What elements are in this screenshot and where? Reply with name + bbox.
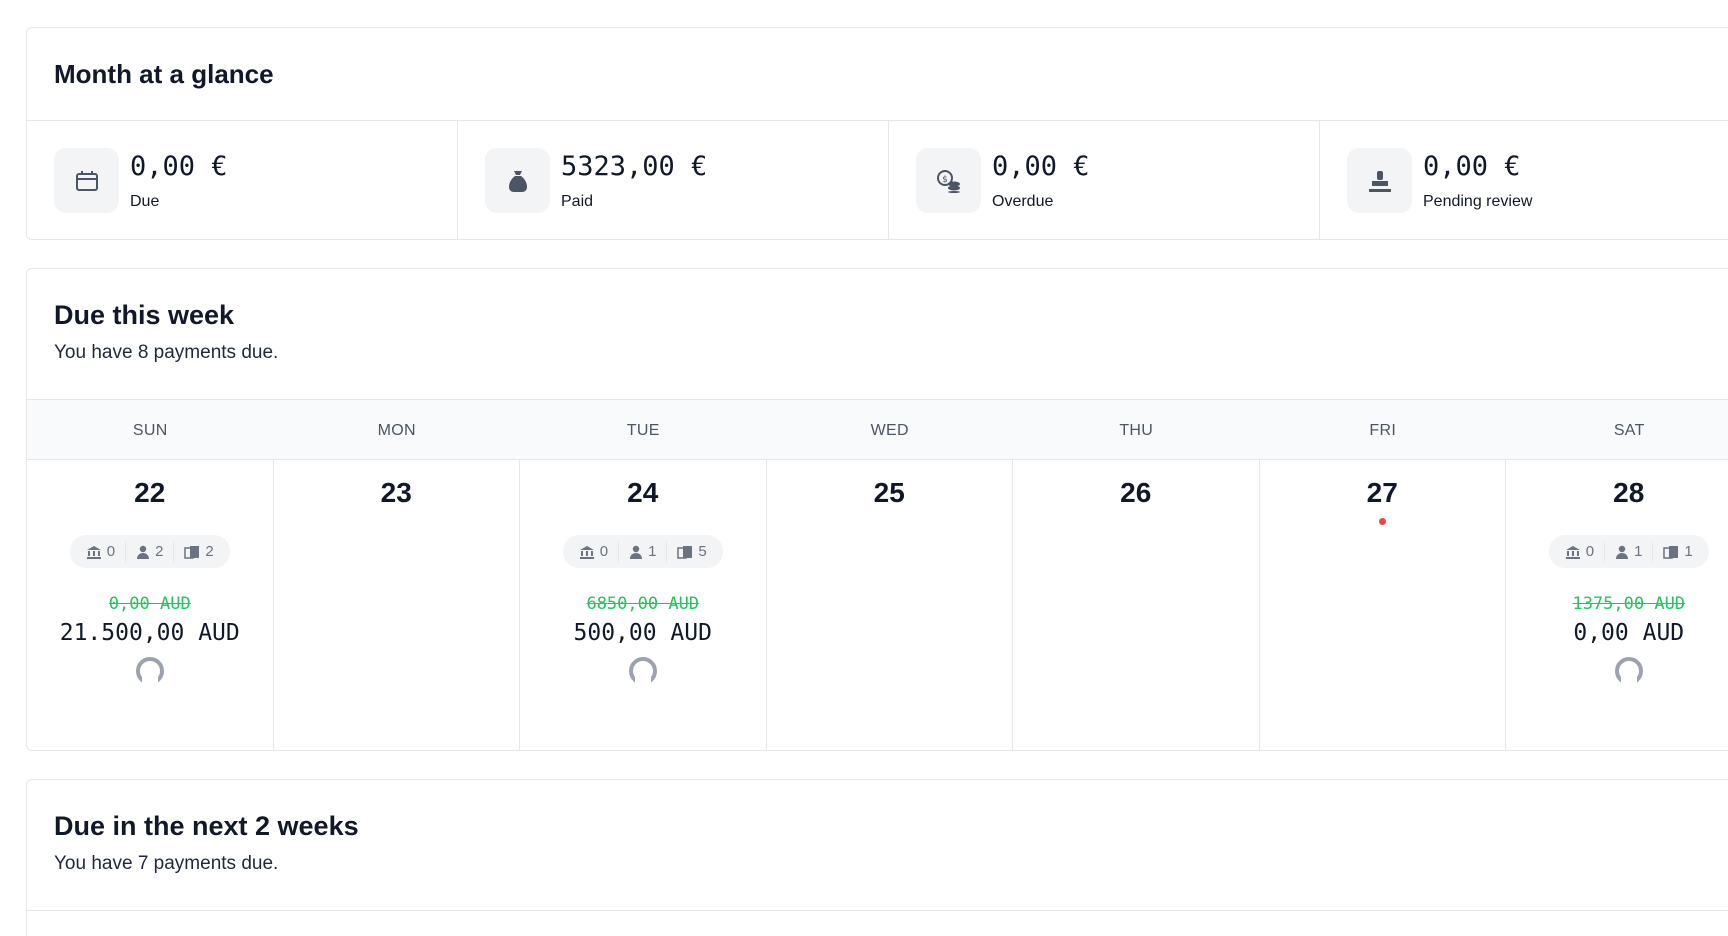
weekday-label: SUN <box>132 422 168 439</box>
invoice-count: 5 <box>667 542 716 562</box>
stat-value: 5323,00 € <box>561 151 708 182</box>
invoice-count: 1 <box>1653 542 1702 562</box>
calendar-icon <box>54 148 119 213</box>
day-number: 28 <box>1613 477 1645 508</box>
paid-amount: 6850,00 AUD <box>586 594 700 614</box>
stat-due: 0,00 € Due <box>27 121 458 239</box>
stat-paid: 5323,00 € Paid <box>458 121 889 239</box>
invoices-icon <box>1663 545 1679 559</box>
bank-icon <box>1565 545 1580 559</box>
person-count: 1 <box>619 541 668 562</box>
invoice-count-value: 5 <box>698 543 707 560</box>
avatar-placeholder-icon <box>628 657 657 685</box>
payment-counts: 0 1 1 <box>1548 535 1709 568</box>
person-count: 2 <box>126 541 175 562</box>
stat-label: Overdue <box>992 193 1054 210</box>
stamp-icon <box>1347 148 1412 213</box>
weekday-label: TUE <box>626 422 660 439</box>
invoice-count-value: 1 <box>1684 543 1693 560</box>
day-number: 26 <box>1120 477 1152 508</box>
payment-counts: 0 1 5 <box>562 535 723 568</box>
stat-label: Pending review <box>1423 193 1533 210</box>
day-cell-tue[interactable]: 24 0 1 5 6850,00 AUD 500,00 AUD <box>520 460 767 750</box>
day-cell-mon[interactable]: 23 <box>274 460 520 750</box>
bank-count: 0 <box>569 541 620 562</box>
stat-overdue: $ 0,00 € Overdue <box>889 121 1320 239</box>
bank-icon <box>86 545 101 559</box>
stat-pending-review: 0,00 € Pending review <box>1320 121 1728 239</box>
due-amount: 0,00 AUD <box>1573 620 1685 646</box>
day-number: 27 <box>1366 477 1398 508</box>
due-amount: 500,00 AUD <box>573 620 712 646</box>
svg-text:$: $ <box>942 175 948 185</box>
two-weeks-title: Due in the next 2 weeks <box>54 811 359 841</box>
weekday-label: THU <box>1119 422 1154 439</box>
person-icon <box>630 545 643 559</box>
person-count-value: 1 <box>1634 543 1643 560</box>
day-cell-sat[interactable]: 28 0 1 1 1375,00 AUD 0,00 AUD <box>1506 460 1728 750</box>
two-weeks-subtitle: You have 7 payments due. <box>54 853 279 874</box>
weekday-label: WED <box>870 422 909 439</box>
today-indicator <box>1378 518 1386 525</box>
glance-stats: 0,00 € Due 5323,00 € Paid $ 0,00 € Overd… <box>27 120 1728 239</box>
paid-amount: 0,00 AUD <box>108 594 191 614</box>
weekday-label: FRI <box>1369 422 1397 439</box>
week-title: Due this week <box>54 300 235 330</box>
day-cell-wed[interactable]: 25 <box>767 460 1013 750</box>
bank-count-value: 0 <box>1585 543 1595 560</box>
person-count-value: 1 <box>648 543 657 560</box>
month-at-a-glance-card: Month at a glance 0,00 € Due 5323,00 € P… <box>26 27 1728 240</box>
bank-count: 0 <box>1555 541 1606 562</box>
divider <box>27 910 1728 911</box>
day-number: 23 <box>380 477 412 508</box>
paid-amount: 1375,00 AUD <box>1572 594 1686 614</box>
day-number: 22 <box>134 477 166 508</box>
day-number: 24 <box>627 477 659 508</box>
money-bag-icon <box>485 148 550 213</box>
person-count: 1 <box>1605 541 1654 562</box>
due-next-two-weeks-card: Due in the next 2 weeks You have 7 payme… <box>26 779 1728 936</box>
invoice-count: 2 <box>174 542 223 562</box>
invoice-count-value: 2 <box>205 543 214 560</box>
weekday-label: SAT <box>1613 422 1645 439</box>
payment-counts: 0 2 2 <box>69 535 230 568</box>
bank-count-value: 0 <box>106 543 116 560</box>
person-icon <box>137 545 150 559</box>
due-amount: 21.500,00 AUD <box>59 620 240 646</box>
stat-label: Paid <box>561 193 594 210</box>
invoices-icon <box>677 545 693 559</box>
stat-value: 0,00 € <box>130 151 228 182</box>
week-days-row: 22 0 2 2 0,00 AUD 21.500,00 AUD 23 24 0 … <box>27 460 1728 750</box>
avatar-placeholder-icon <box>135 657 164 685</box>
weekday-label: MON <box>377 422 416 439</box>
day-cell-sun[interactable]: 22 0 2 2 0,00 AUD 21.500,00 AUD <box>27 460 274 750</box>
stat-value: 0,00 € <box>992 151 1090 182</box>
due-this-week-card: Due this week You have 8 payments due. S… <box>26 268 1728 751</box>
stat-value: 0,00 € <box>1423 151 1521 182</box>
day-cell-fri[interactable]: 27 <box>1260 460 1506 750</box>
stat-label: Due <box>130 193 160 210</box>
person-icon <box>1616 545 1629 559</box>
weekday-header-row: SUN MON TUE WED THU FRI SAT <box>27 399 1728 460</box>
week-subtitle: You have 8 payments due. <box>54 342 279 363</box>
day-number: 25 <box>873 477 905 508</box>
glance-title: Month at a glance <box>54 59 274 89</box>
bank-count-value: 0 <box>599 543 609 560</box>
person-count-value: 2 <box>155 543 164 560</box>
day-cell-thu[interactable]: 26 <box>1013 460 1260 750</box>
bank-count: 0 <box>76 541 127 562</box>
bank-icon <box>579 545 594 559</box>
invoices-icon <box>184 545 200 559</box>
avatar-placeholder-icon <box>1614 657 1643 685</box>
coins-icon: $ <box>916 148 981 213</box>
